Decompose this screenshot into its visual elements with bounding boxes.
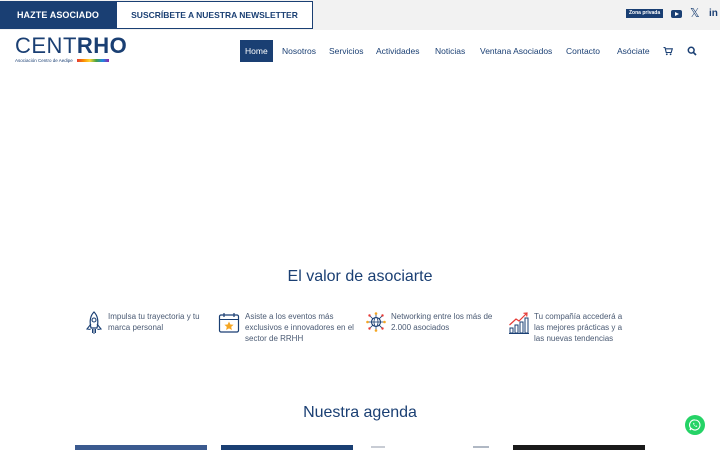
nav-noticias[interactable]: Noticias <box>435 40 465 62</box>
top-bar: HAZTE ASOCIADO SUSCRÍBETE A NUESTRA NEWS… <box>0 0 720 30</box>
logo-rainbow-bar <box>76 59 109 62</box>
benefit-item: Asiste a los eventos más exclusivos e in… <box>218 311 354 344</box>
linkedin-icon[interactable]: in <box>709 7 718 21</box>
benefit-text-line: Asiste a los eventos más <box>245 312 334 321</box>
benefit-text-line: marca personal <box>108 323 164 332</box>
nav-nosotros[interactable]: Nosotros <box>282 40 316 62</box>
site-logo[interactable]: CENTRHO Asociación Centro de Aedipe <box>15 35 140 65</box>
benefit-text-line: Networking entre los más de <box>391 312 493 321</box>
logo-wordmark: CENTRHO <box>15 33 128 58</box>
logo-subtitle: Asociación Centro de Aedipe <box>15 58 140 63</box>
private-zone-link[interactable]: Zona privada <box>626 9 664 18</box>
join-button[interactable]: HAZTE ASOCIADO <box>0 1 116 29</box>
benefit-text-line: exclusivos e innovadores en el <box>245 323 354 332</box>
agenda-card[interactable] <box>221 445 353 450</box>
whatsapp-button[interactable] <box>685 415 705 435</box>
agenda-card-logo <box>473 446 489 448</box>
youtube-icon[interactable] <box>671 10 682 18</box>
section-title-valor: El valor de asociarte <box>287 268 433 285</box>
benefit-item: Impulsa tu trayectoria y tu marca person… <box>83 311 200 335</box>
nav-servicios[interactable]: Servicios <box>329 40 363 62</box>
benefit-item: Networking entre los más de 2.000 asocia… <box>365 311 492 335</box>
nav-asociate[interactable]: Asóciate <box>617 40 650 62</box>
search-icon[interactable] <box>687 46 697 56</box>
agenda-card[interactable] <box>513 445 645 450</box>
benefit-item: Tu compañía accederá a las mejores práct… <box>508 311 622 344</box>
nav-home[interactable]: Home <box>240 40 273 62</box>
newsletter-button[interactable]: SUSCRÍBETE A NUESTRA NEWSLETTER <box>116 1 313 29</box>
agenda-card[interactable] <box>367 445 499 450</box>
section-title-agenda: Nuestra agenda <box>303 404 417 421</box>
benefit-text-line: sector de RRHH <box>245 334 304 343</box>
network-globe-icon <box>366 312 386 332</box>
benefit-text-line: 2.000 asociados <box>391 323 450 332</box>
growth-chart-icon <box>509 312 529 334</box>
whatsapp-icon <box>689 419 701 431</box>
benefit-text-line: Impulsa tu trayectoria y tu <box>108 312 200 321</box>
x-icon[interactable]: 𝕏 <box>690 6 700 20</box>
nav-ventana-asociados[interactable]: Ventana Asociados <box>480 40 552 62</box>
nav-actividades[interactable]: Actividades <box>376 40 419 62</box>
benefit-text-line: Tu compañía accederá a <box>534 312 623 321</box>
calendar-star-icon <box>218 313 240 333</box>
agenda-card-logo <box>371 446 385 448</box>
benefit-text-line: las nuevas tendencias <box>534 334 614 343</box>
cart-icon[interactable] <box>663 46 673 56</box>
agenda-card[interactable] <box>75 445 207 450</box>
benefit-text-line: las mejores prácticas y a <box>534 323 623 332</box>
nav-contacto[interactable]: Contacto <box>566 40 600 62</box>
rocket-icon <box>85 311 103 334</box>
